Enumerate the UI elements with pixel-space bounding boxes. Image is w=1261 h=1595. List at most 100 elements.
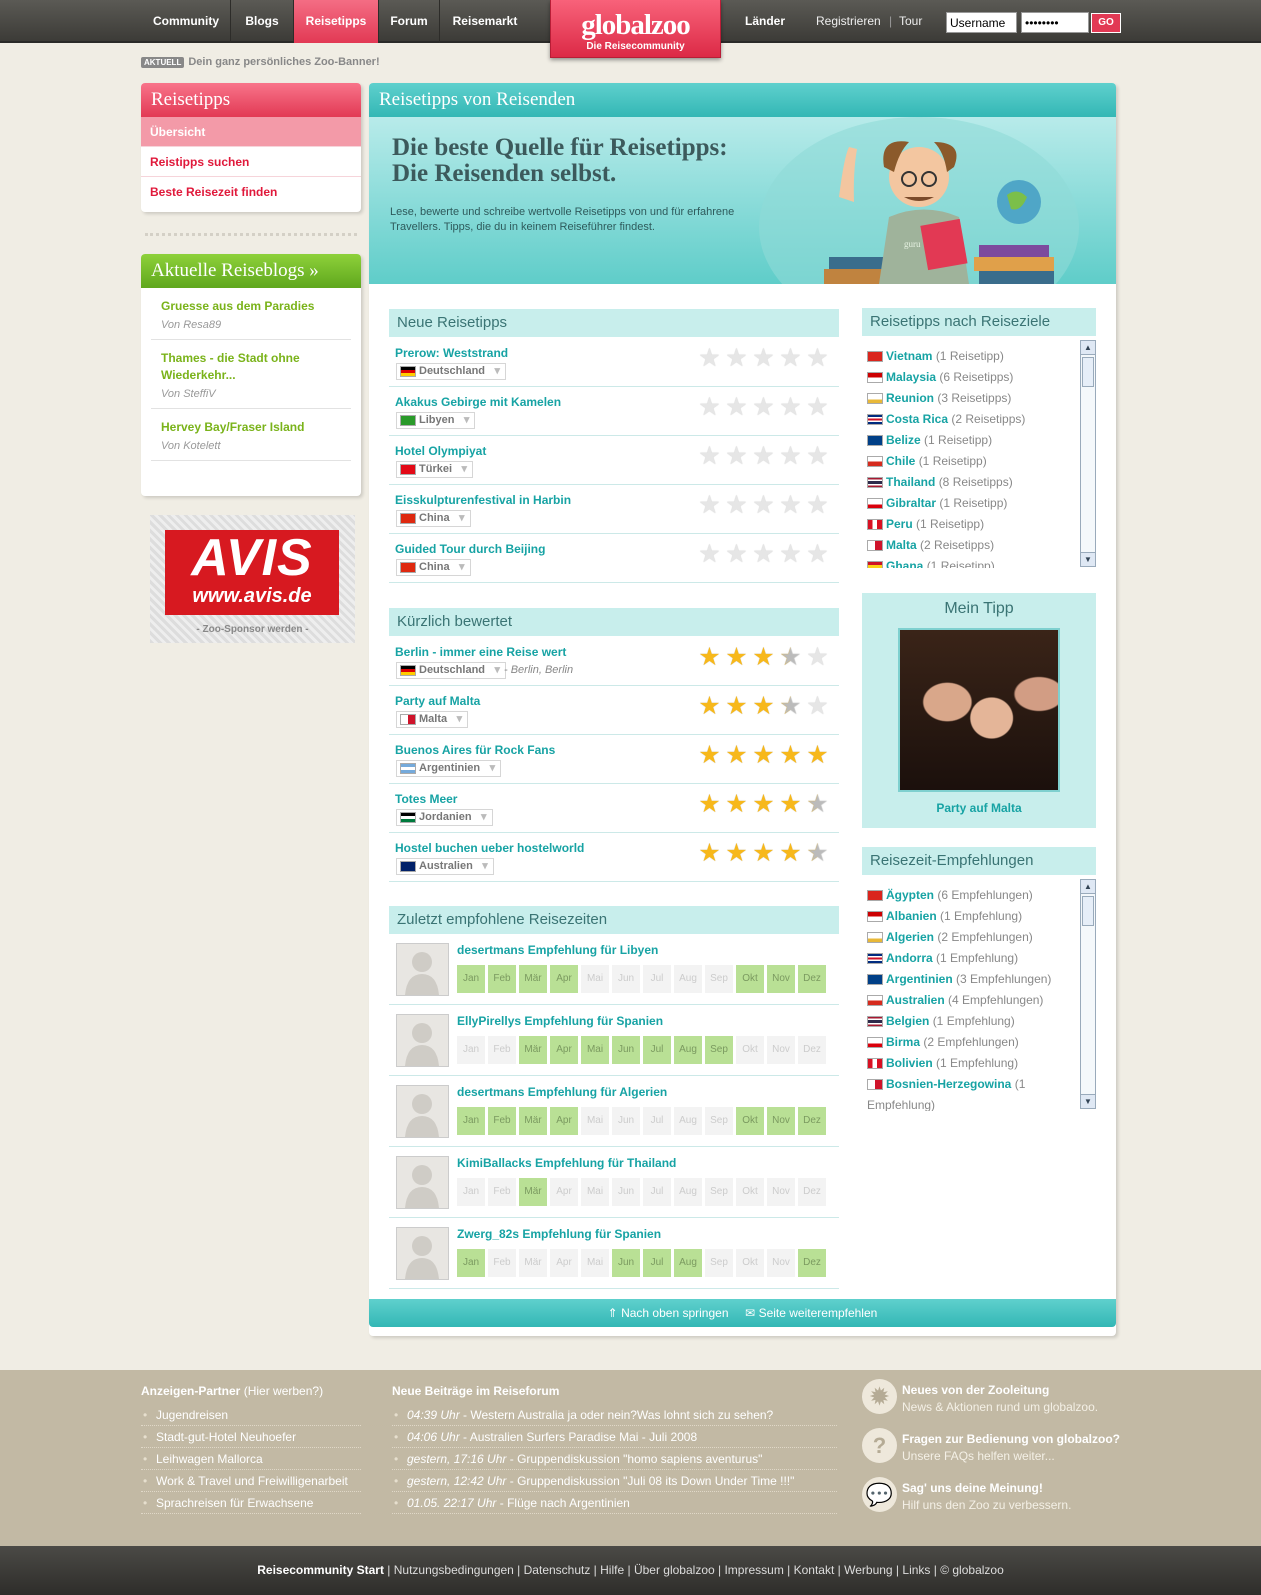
destination-link[interactable]: Andorra — [886, 951, 933, 965]
destination-link[interactable]: Gibraltar — [886, 496, 936, 510]
star-icon[interactable]: ★ — [696, 346, 723, 371]
destination-link[interactable]: Belgien — [886, 1014, 929, 1028]
star-icon[interactable]: ★ — [777, 645, 804, 670]
reisezeit-title[interactable]: KimiBallacks Empfehlung für Thailand — [457, 1156, 676, 1170]
scroll-up-icon[interactable]: ▲ — [1081, 880, 1095, 894]
forum-post-link[interactable]: gestern, 12:42 Uhr - Gruppendiskussion "… — [392, 1470, 837, 1492]
nav-blogs[interactable]: Blogs — [231, 0, 294, 43]
star-icon[interactable]: ★ — [750, 841, 777, 866]
destination-link[interactable]: Vietnam — [886, 349, 932, 363]
star-icon[interactable]: ★ — [750, 694, 777, 719]
list-item[interactable]: Peru (1 Reisetipp) — [867, 514, 1076, 535]
destination-link[interactable]: Costa Rica — [886, 412, 948, 426]
star-icon[interactable]: ★ — [777, 395, 804, 420]
scroll-thumb[interactable] — [1082, 896, 1094, 926]
destination-link[interactable]: Algerien — [886, 930, 934, 944]
footer-info-news[interactable]: Neues von der Zooleitung News & Aktionen … — [902, 1382, 1098, 1416]
news-ticker[interactable]: AKTUELL Dein ganz persönliches Zoo-Banner… — [141, 56, 380, 68]
reisezeit-title[interactable]: desertmans Empfehlung für Libyen — [457, 943, 658, 957]
list-item[interactable]: Argentinien (3 Empfehlungen) — [867, 969, 1076, 990]
list-item[interactable]: Reunion (3 Reisetipps) — [867, 388, 1076, 409]
rating-stars[interactable]: ★ ★ ★ ★ ★ — [696, 841, 831, 866]
scroll-thumb[interactable] — [1082, 357, 1094, 387]
list-item[interactable]: Belize (1 Reisetipp) — [867, 430, 1076, 451]
star-icon[interactable]: ★ — [777, 444, 804, 469]
destination-link[interactable]: Peru — [886, 517, 913, 531]
star-icon[interactable]: ★ — [804, 493, 831, 518]
star-icon[interactable]: ★ — [750, 395, 777, 420]
star-icon[interactable]: ★ — [804, 645, 831, 670]
register-link[interactable]: Registrieren — [816, 0, 881, 43]
destination-link[interactable]: Australien — [886, 993, 945, 1007]
star-icon[interactable]: ★ — [750, 493, 777, 518]
blog-title[interactable]: Hervey Bay/Fraser Island — [161, 419, 341, 436]
destination-link[interactable]: Belize — [886, 433, 921, 447]
list-item[interactable]: Thailand (8 Reisetipps) — [867, 472, 1076, 493]
country-select[interactable]: Libyen — [396, 412, 476, 429]
star-icon[interactable]: ★ — [804, 841, 831, 866]
globalzoo-logo[interactable]: globalzoo Die Reisecommunity — [550, 0, 721, 58]
username-input[interactable] — [946, 12, 1017, 33]
tip-title[interactable]: Akakus Gebirge mit Kamelen — [395, 395, 561, 409]
menu-item-reisetipps-suchen[interactable]: Reistipps suchen — [141, 147, 361, 177]
destination-link[interactable]: Bosnien-Herzegowina — [886, 1077, 1011, 1091]
rating-stars[interactable]: ★ ★ ★ ★ ★ — [696, 694, 831, 719]
star-icon[interactable]: ★ — [777, 694, 804, 719]
country-select[interactable]: Türkei — [396, 461, 474, 478]
forum-post-link[interactable]: 04:39 Uhr - Western Australia ja oder ne… — [392, 1404, 837, 1426]
star-icon[interactable]: ★ — [750, 743, 777, 768]
star-icon[interactable]: ★ — [750, 542, 777, 567]
bottom-link[interactable]: Werbung — [844, 1563, 892, 1577]
menu-item-beste-reisezeit[interactable]: Beste Reisezeit finden — [141, 177, 361, 207]
star-icon[interactable]: ★ — [696, 841, 723, 866]
nav-laender[interactable]: Länder — [745, 0, 785, 43]
tip-title[interactable]: Hostel buchen ueber hostelworld — [395, 841, 584, 855]
rating-stars[interactable]: ★ ★ ★ ★ ★ — [696, 792, 831, 817]
destination-link[interactable]: Chile — [886, 454, 915, 468]
user-avatar[interactable] — [396, 1156, 449, 1209]
star-icon[interactable]: ★ — [696, 645, 723, 670]
list-item[interactable]: Ghana (1 Reisetipp) — [867, 556, 1076, 568]
star-icon[interactable]: ★ — [777, 792, 804, 817]
scroll-down-icon[interactable]: ▼ — [1081, 552, 1095, 566]
star-icon[interactable]: ★ — [723, 444, 750, 469]
list-item[interactable]: Gibraltar (1 Reisetipp) — [867, 493, 1076, 514]
star-icon[interactable]: ★ — [723, 792, 750, 817]
list-item[interactable]: Vietnam (1 Reisetipp) — [867, 346, 1076, 367]
star-icon[interactable]: ★ — [696, 743, 723, 768]
country-select[interactable]: Deutschland — [396, 662, 507, 679]
list-item[interactable]: Belgien (1 Empfehlung) — [867, 1011, 1076, 1032]
star-icon[interactable]: ★ — [723, 542, 750, 567]
star-icon[interactable]: ★ — [777, 542, 804, 567]
forum-post-link[interactable]: 04:06 Uhr - Australien Surfers Paradise … — [392, 1426, 837, 1448]
tip-title[interactable]: Party auf Malta — [395, 694, 480, 708]
bottom-link[interactable]: Nutzungsbedingungen — [394, 1563, 514, 1577]
partner-link[interactable]: Jugendreisen — [141, 1404, 361, 1426]
login-go-button[interactable]: GO — [1091, 13, 1121, 33]
scroll-down-icon[interactable]: ▼ — [1081, 1094, 1095, 1108]
list-item[interactable]: Andorra (1 Empfehlung) — [867, 948, 1076, 969]
rating-stars[interactable]: ★ ★ ★ ★ ★ — [696, 395, 831, 420]
reisezeit-title[interactable]: Zwerg_82s Empfehlung für Spanien — [457, 1227, 661, 1241]
star-icon[interactable]: ★ — [723, 841, 750, 866]
star-icon[interactable]: ★ — [696, 444, 723, 469]
star-icon[interactable]: ★ — [750, 645, 777, 670]
destination-link[interactable]: Albanien — [886, 909, 937, 923]
bottom-link[interactable]: Kontakt — [794, 1563, 835, 1577]
forum-post-link[interactable]: gestern, 17:16 Uhr - Gruppendiskussion "… — [392, 1448, 837, 1470]
blog-title[interactable]: Gruesse aus dem Paradies — [161, 298, 341, 315]
star-icon[interactable]: ★ — [750, 346, 777, 371]
rating-stars[interactable]: ★ ★ ★ ★ ★ — [696, 542, 831, 567]
tip-title[interactable]: Guided Tour durch Beijing — [395, 542, 545, 556]
bottom-start-link[interactable]: Reisecommunity Start — [257, 1563, 384, 1577]
bottom-link[interactable]: Hilfe — [600, 1563, 624, 1577]
list-item[interactable]: Birma (2 Empfehlungen) — [867, 1032, 1076, 1053]
partner-hint[interactable]: (Hier werben?) — [244, 1384, 323, 1398]
mein-tipp-photo[interactable] — [898, 628, 1060, 792]
menu-item-uebersicht[interactable]: Übersicht — [141, 117, 361, 147]
nav-forum[interactable]: Forum — [379, 0, 440, 43]
star-icon[interactable]: ★ — [696, 493, 723, 518]
list-item[interactable]: Costa Rica (2 Reisetipps) — [867, 409, 1076, 430]
rating-stars[interactable]: ★ ★ ★ ★ ★ — [696, 493, 831, 518]
bottom-link[interactable]: Datenschutz — [524, 1563, 591, 1577]
